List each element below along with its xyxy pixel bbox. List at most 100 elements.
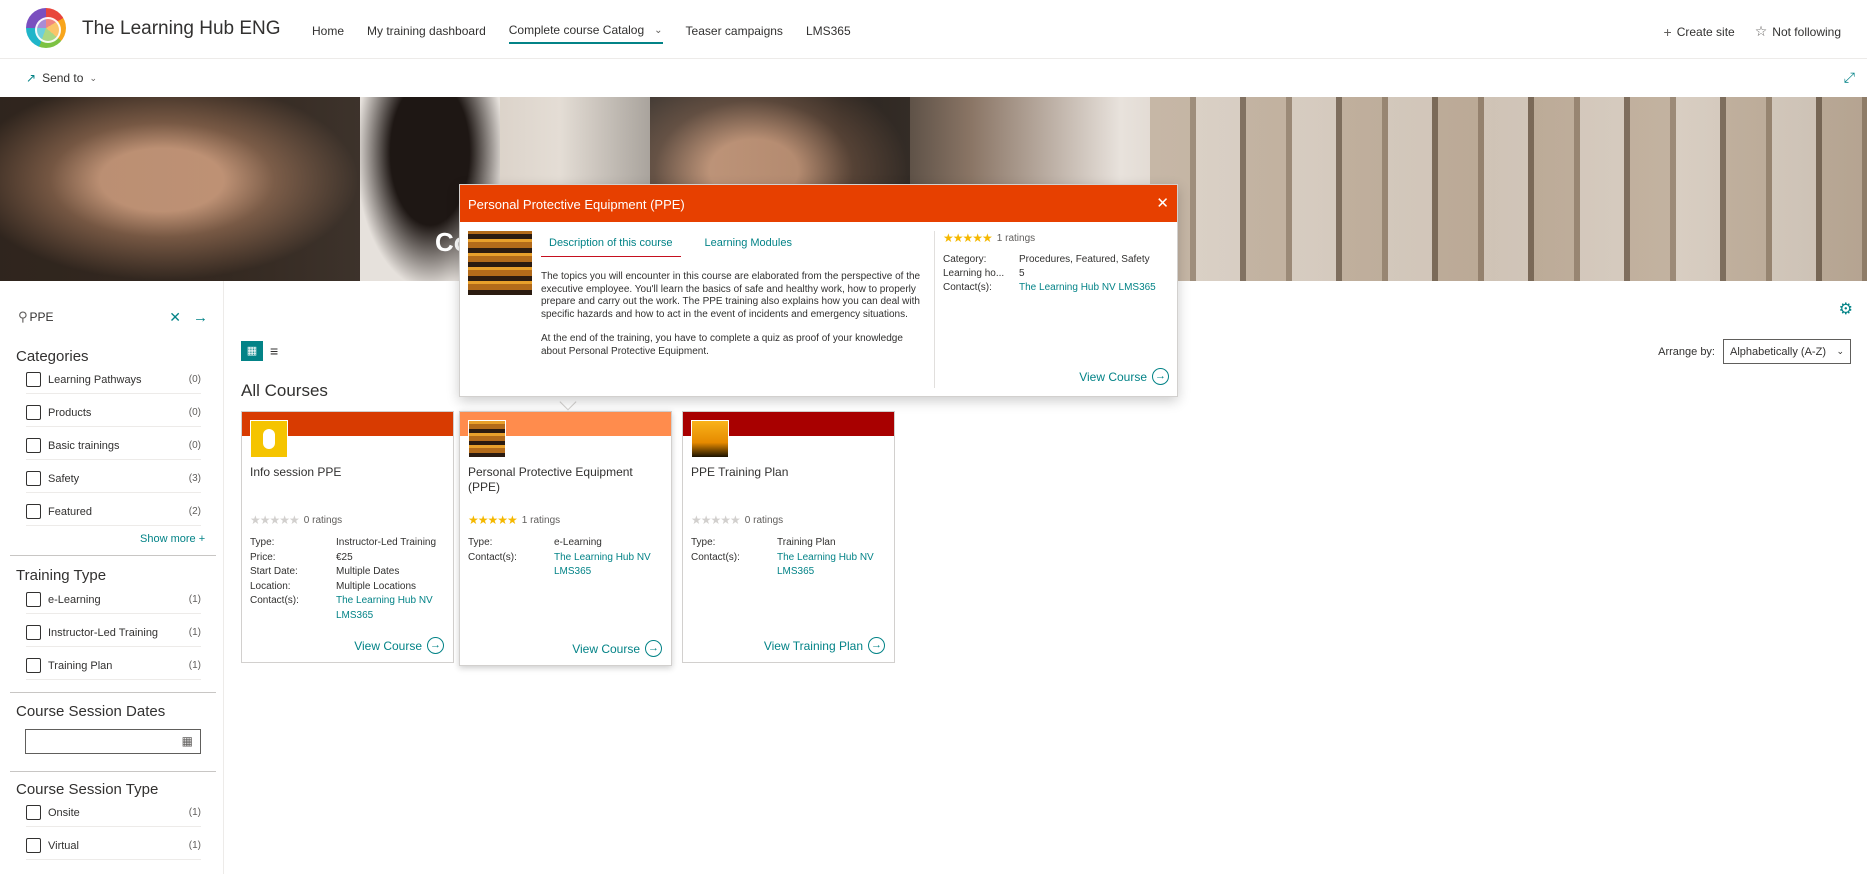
calendar-icon[interactable]: ▦: [182, 734, 193, 748]
filter-item-instructor-led-training[interactable]: Instructor-Led Training (1): [26, 619, 201, 647]
filter-label: Featured: [48, 505, 93, 518]
checkbox[interactable]: [26, 805, 41, 820]
filter-label: Training Plan: [48, 659, 113, 672]
course-card[interactable]: Personal Protective Equipment (PPE) ★★★★…: [459, 411, 672, 666]
filter-item-virtual[interactable]: Virtual (1): [26, 832, 201, 860]
checkbox[interactable]: [26, 658, 41, 673]
contact-link[interactable]: The Learning Hub NV LMS365: [336, 594, 450, 623]
training-type-title: Training Type: [16, 567, 107, 584]
rating-count: 1 ratings: [521, 514, 561, 526]
popup-tabs: Description of this course Learning Modu…: [541, 237, 800, 257]
checkbox[interactable]: [26, 372, 41, 387]
follow-label: Not following: [1772, 24, 1841, 39]
search-input[interactable]: PPE: [30, 310, 170, 324]
meta-key: Learning ho...: [943, 268, 1005, 279]
meta-key: Location:: [250, 580, 291, 592]
chevron-down-icon: ⌄: [89, 72, 97, 83]
nav-teaser-campaigns[interactable]: Teaser campaigns: [686, 23, 783, 44]
expand-icon[interactable]: ⤢: [1844, 69, 1855, 86]
filter-count: (1): [188, 627, 201, 638]
course-rating: ★★★★★ 1 ratings: [468, 513, 560, 527]
popup-details: ★★★★★ 1 ratings Category: Procedures, Fea…: [943, 231, 1173, 295]
checkbox[interactable]: [26, 438, 41, 453]
arrow-right-circle-icon: →: [427, 637, 444, 654]
tab-description[interactable]: Description of this course: [541, 237, 681, 257]
arrow-right-icon[interactable]: →: [193, 309, 208, 326]
course-title[interactable]: Personal Protective Equipment (PPE): [468, 465, 663, 495]
star-rating-icon: ★★★★★: [691, 513, 741, 527]
create-site-button[interactable]: + Create site: [1664, 23, 1735, 40]
meta-value: €25: [336, 551, 353, 563]
checkbox[interactable]: [26, 504, 41, 519]
filter-item-featured[interactable]: Featured (2): [26, 498, 201, 526]
checkbox[interactable]: [26, 838, 41, 853]
meta-key: Type:: [250, 537, 275, 548]
gear-icon[interactable]: ⚙: [1839, 299, 1853, 319]
meta-value: Instructor-Led Training: [336, 537, 437, 548]
course-card[interactable]: PPE Training Plan ★★★★★ 0 ratings Type: T…: [682, 411, 895, 663]
follow-button[interactable]: ☆ Not following: [1755, 23, 1841, 40]
popup-view-course-button[interactable]: View Course →: [1079, 368, 1169, 385]
filter-item-learning-pathways[interactable]: Learning Pathways (0): [26, 366, 201, 394]
nav-complete-course-catalog[interactable]: Complete course Catalog ⌄: [508, 23, 663, 44]
course-title[interactable]: PPE Training Plan: [691, 465, 886, 480]
checkbox[interactable]: [26, 592, 41, 607]
view-course-button[interactable]: View Course →: [354, 637, 444, 654]
section-divider: [10, 692, 216, 693]
filter-item-training-plan[interactable]: Training Plan (1): [26, 652, 201, 680]
view-course-button[interactable]: View Course →: [572, 640, 662, 657]
popup-rating: ★★★★★ 1 ratings: [943, 231, 1173, 245]
nav-home[interactable]: Home: [312, 23, 344, 44]
meta-key: Category:: [943, 254, 987, 265]
checkbox[interactable]: [26, 625, 41, 640]
filter-item-safety[interactable]: Safety (3): [26, 465, 201, 493]
contact-link[interactable]: The Learning Hub NV LMS365: [554, 551, 668, 580]
checkbox[interactable]: [26, 405, 41, 420]
checkbox[interactable]: [26, 471, 41, 486]
filter-item-onsite[interactable]: Onsite (1): [26, 799, 201, 827]
nav-lms365[interactable]: LMS365: [806, 23, 851, 44]
contact-link[interactable]: The Learning Hub NV LMS365: [1019, 281, 1156, 295]
list-view-icon[interactable]: ≡: [270, 341, 278, 361]
session-date-picker[interactable]: ▦: [25, 729, 201, 754]
meta-key: Type:: [468, 537, 493, 548]
course-rating: ★★★★★ 0 ratings: [691, 513, 783, 527]
view-training-plan-button[interactable]: View Training Plan →: [764, 637, 885, 654]
meta-value: Multiple Dates: [336, 566, 400, 577]
arrange-dropdown[interactable]: Alphabetically (A-Z) ⌄: [1723, 339, 1851, 364]
site-logo[interactable]: [26, 8, 66, 48]
arrange-label: Arrange by:: [1658, 345, 1715, 358]
filter-count: (2): [188, 506, 201, 517]
session-dates-title: Course Session Dates: [16, 703, 166, 720]
nav-my-training-dashboard[interactable]: My training dashboard: [367, 23, 486, 44]
search-box[interactable]: ⚲ PPE ✕ →: [18, 305, 208, 329]
filter-item-e-learning[interactable]: e-Learning (1): [26, 586, 201, 614]
tab-learning-modules[interactable]: Learning Modules: [697, 237, 800, 257]
contact-link[interactable]: The Learning Hub NV LMS365: [777, 551, 891, 580]
grid-view-icon[interactable]: ▦: [241, 341, 263, 361]
filter-count: (3): [188, 473, 201, 484]
course-card[interactable]: Info session PPE ★★★★★ 0 ratings Type: In…: [241, 411, 454, 663]
clear-icon[interactable]: ✕: [169, 309, 181, 326]
send-to-button[interactable]: ↗ Send to ⌄: [26, 71, 97, 85]
arrange-by: Arrange by: Alphabetically (A-Z) ⌄: [1658, 339, 1851, 364]
close-icon[interactable]: ✕: [1156, 194, 1169, 212]
meta-value: Multiple Locations: [336, 580, 417, 592]
course-title[interactable]: Info session PPE: [250, 465, 445, 480]
filter-item-basic-trainings[interactable]: Basic trainings (0): [26, 432, 201, 460]
filter-item-products[interactable]: Products (0): [26, 399, 201, 427]
course-meta: Type: Training Plan Contact(s): The Learni…: [691, 536, 891, 580]
session-type-title: Course Session Type: [16, 781, 159, 798]
star-outline-icon: ☆: [1754, 23, 1768, 39]
star-rating-icon: ★★★★★: [468, 513, 518, 527]
meta-key: Type:: [691, 537, 716, 548]
course-meta: Type: Instructor-Led Training Price: €25 S…: [250, 536, 450, 623]
popup-title: Personal Protective Equipment (PPE): [468, 197, 685, 212]
hero-image-person-1: [0, 97, 360, 281]
show-more-link[interactable]: Show more +: [140, 533, 205, 545]
section-title-all-courses: All Courses: [241, 381, 328, 400]
popup-header: Personal Protective Equipment (PPE) ✕: [460, 185, 1177, 222]
site-title[interactable]: The Learning Hub ENG: [82, 18, 281, 40]
chevron-down-icon[interactable]: ⌄: [654, 25, 662, 36]
share-icon: ↗: [26, 71, 37, 85]
